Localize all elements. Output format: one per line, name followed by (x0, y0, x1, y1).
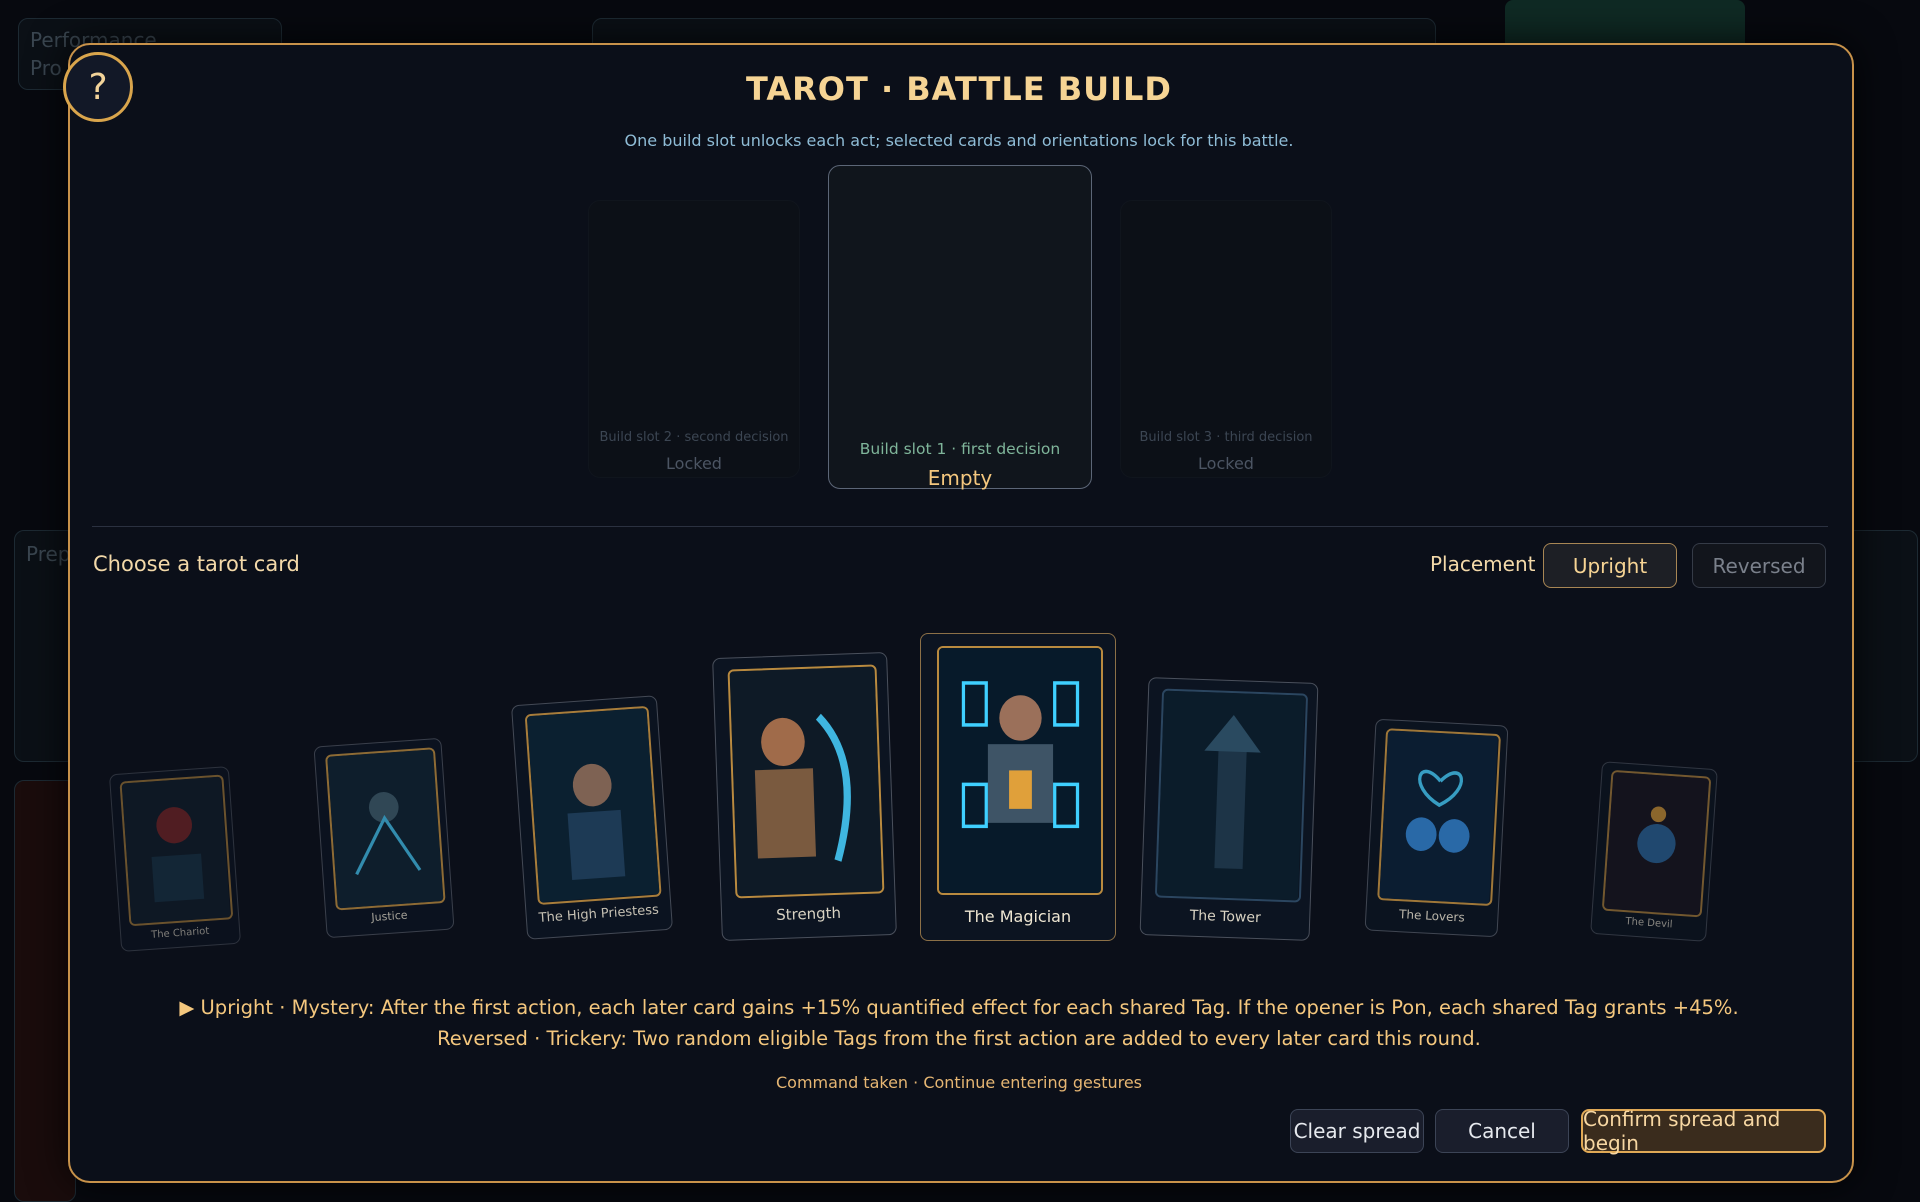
upright-toggle[interactable]: Upright (1543, 543, 1677, 588)
card-effect-reversed: Reversed · Trickery: Two random eligible… (437, 1027, 1481, 1050)
card-art (325, 746, 446, 911)
build-slot-2: Build slot 2 · second decision Locked (588, 200, 800, 478)
card-the-tower[interactable]: The Tower (1139, 677, 1319, 941)
card-art (936, 646, 1104, 896)
reversed-toggle[interactable]: Reversed (1692, 543, 1826, 588)
confirm-spread-button[interactable]: Confirm spread and begin (1581, 1107, 1826, 1155)
slot-label: Build slot 3 · third decision (1139, 430, 1313, 445)
card-art (119, 774, 233, 927)
modal-subtitle: One build slot unlocks each act; selecte… (624, 131, 1294, 150)
card-art (727, 664, 885, 899)
slot-state: Locked (1198, 454, 1254, 473)
status-message: Command taken · Continue entering gestur… (775, 1073, 1143, 1092)
card-name: The Devil (1625, 916, 1673, 931)
card-name: The Magician (964, 907, 1072, 926)
card-effect-upright: ▶ Upright · Mystery: After the first act… (179, 996, 1739, 1019)
card-art (1155, 688, 1308, 903)
background-text: Pro (30, 56, 62, 80)
clear-spread-button[interactable]: Clear spread (1290, 1109, 1424, 1153)
picker-heading: Choose a tarot card (93, 552, 300, 576)
background-panel (1846, 530, 1918, 762)
background-panel (14, 780, 76, 1202)
card-name: The High Priestess (538, 902, 660, 926)
card-name: The Tower (1189, 907, 1262, 927)
card-strength[interactable]: Strength (712, 652, 897, 941)
slot-state: Locked (666, 454, 722, 473)
background-text: Prep (26, 542, 71, 566)
card-art (1601, 769, 1712, 918)
slot-label: Build slot 2 · second decision (599, 430, 789, 445)
card-the-high-priestess[interactable]: The High Priestess (510, 695, 674, 940)
cancel-button[interactable]: Cancel (1435, 1109, 1569, 1153)
help-button[interactable]: ? (63, 52, 133, 122)
build-slot-3: Build slot 3 · third decision Locked (1120, 200, 1332, 478)
modal-title: TAROT · BATTLE BUILD (746, 70, 1172, 108)
card-the-chariot[interactable]: The Chariot (108, 766, 242, 952)
section-divider (92, 526, 1828, 527)
card-name: The Chariot (150, 925, 210, 941)
card-art (524, 706, 663, 905)
card-name: Strength (775, 903, 842, 925)
card-justice[interactable]: Justice (313, 737, 455, 939)
card-the-devil[interactable]: The Devil (1590, 761, 1718, 942)
build-slot-1[interactable]: Build slot 1 · first decision Empty (828, 165, 1092, 490)
card-the-lovers[interactable]: The Lovers (1364, 718, 1509, 938)
card-name: The Lovers (1398, 907, 1466, 925)
placement-label: Placement (1430, 552, 1536, 576)
card-art (1377, 728, 1501, 907)
slot-state: Empty (927, 466, 993, 490)
card-the-magician[interactable]: The Magician (920, 633, 1116, 941)
slot-label: Build slot 1 · first decision (859, 440, 1061, 458)
